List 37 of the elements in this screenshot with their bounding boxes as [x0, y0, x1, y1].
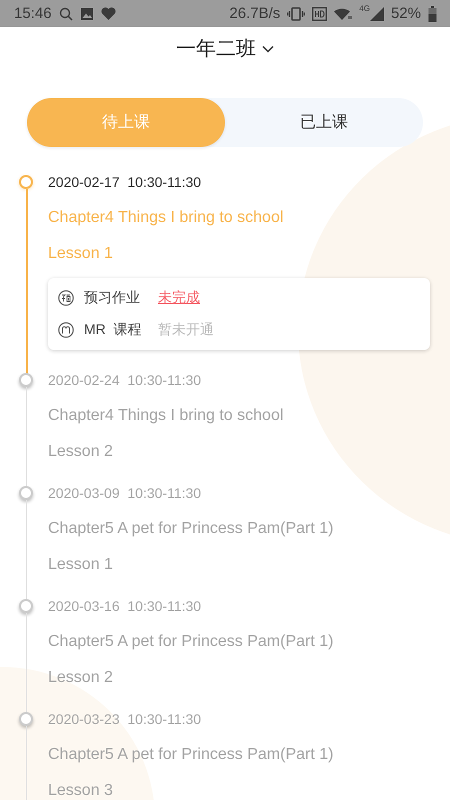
chapter-title[interactable]: Chapter5 A pet for Princess Pam(Part 1)	[48, 624, 430, 660]
chapter-title[interactable]: Chapter5 A pet for Princess Pam(Part 1)	[48, 737, 430, 773]
tab[interactable]: 待上课	[27, 98, 225, 147]
task-status-link[interactable]: 未完成	[158, 289, 200, 307]
network-type: 4G	[359, 4, 370, 13]
preview-icon	[58, 290, 74, 306]
mr-course-icon	[58, 322, 74, 338]
chapter-title[interactable]: Chapter5 A pet for Princess Pam(Part 1)	[48, 511, 430, 547]
lesson-number: Lesson 2	[48, 442, 114, 462]
lesson-datetime: 2020-03-16 10:30-11:30	[48, 597, 202, 616]
tab[interactable]: 已上课	[225, 98, 423, 147]
wifi-icon	[334, 6, 352, 20]
lesson-datetime: 2020-02-17 10:30-11:30	[48, 173, 202, 192]
task-label: MR 课程	[84, 321, 143, 339]
signal-icon	[370, 6, 384, 20]
task-status: 暂未开通	[158, 321, 214, 339]
lesson-number: Lesson 2	[48, 668, 114, 688]
clock-time: 15:46	[14, 5, 52, 22]
vibrate-icon	[287, 6, 306, 20]
lesson-datetime: 2020-03-09 10:30-11:30	[48, 484, 202, 503]
hd-icon	[312, 6, 328, 20]
lesson-datetime: 2020-02-24 10:30-11:30	[48, 371, 202, 390]
battery-icon	[428, 6, 437, 22]
lesson-datetime: 2020-03-23 10:30-11:30	[48, 710, 202, 729]
heart-icon	[100, 7, 116, 20]
lesson-number: Lesson 1	[48, 244, 114, 264]
chapter-title[interactable]: Chapter4 Things I bring to school	[48, 200, 430, 236]
class-title[interactable]: 一年二班	[176, 35, 256, 62]
image-icon	[80, 6, 94, 20]
battery-percent: 52%	[390, 5, 421, 22]
task-label: 预习作业	[84, 289, 141, 307]
search-icon	[58, 6, 73, 20]
lesson-number: Lesson 3	[48, 781, 114, 800]
lesson-number: Lesson 1	[48, 555, 114, 575]
network-speed: 26.7B/s	[229, 5, 280, 22]
chapter-title[interactable]: Chapter4 Things I bring to school	[48, 398, 430, 434]
caret-down-icon[interactable]	[262, 44, 274, 52]
